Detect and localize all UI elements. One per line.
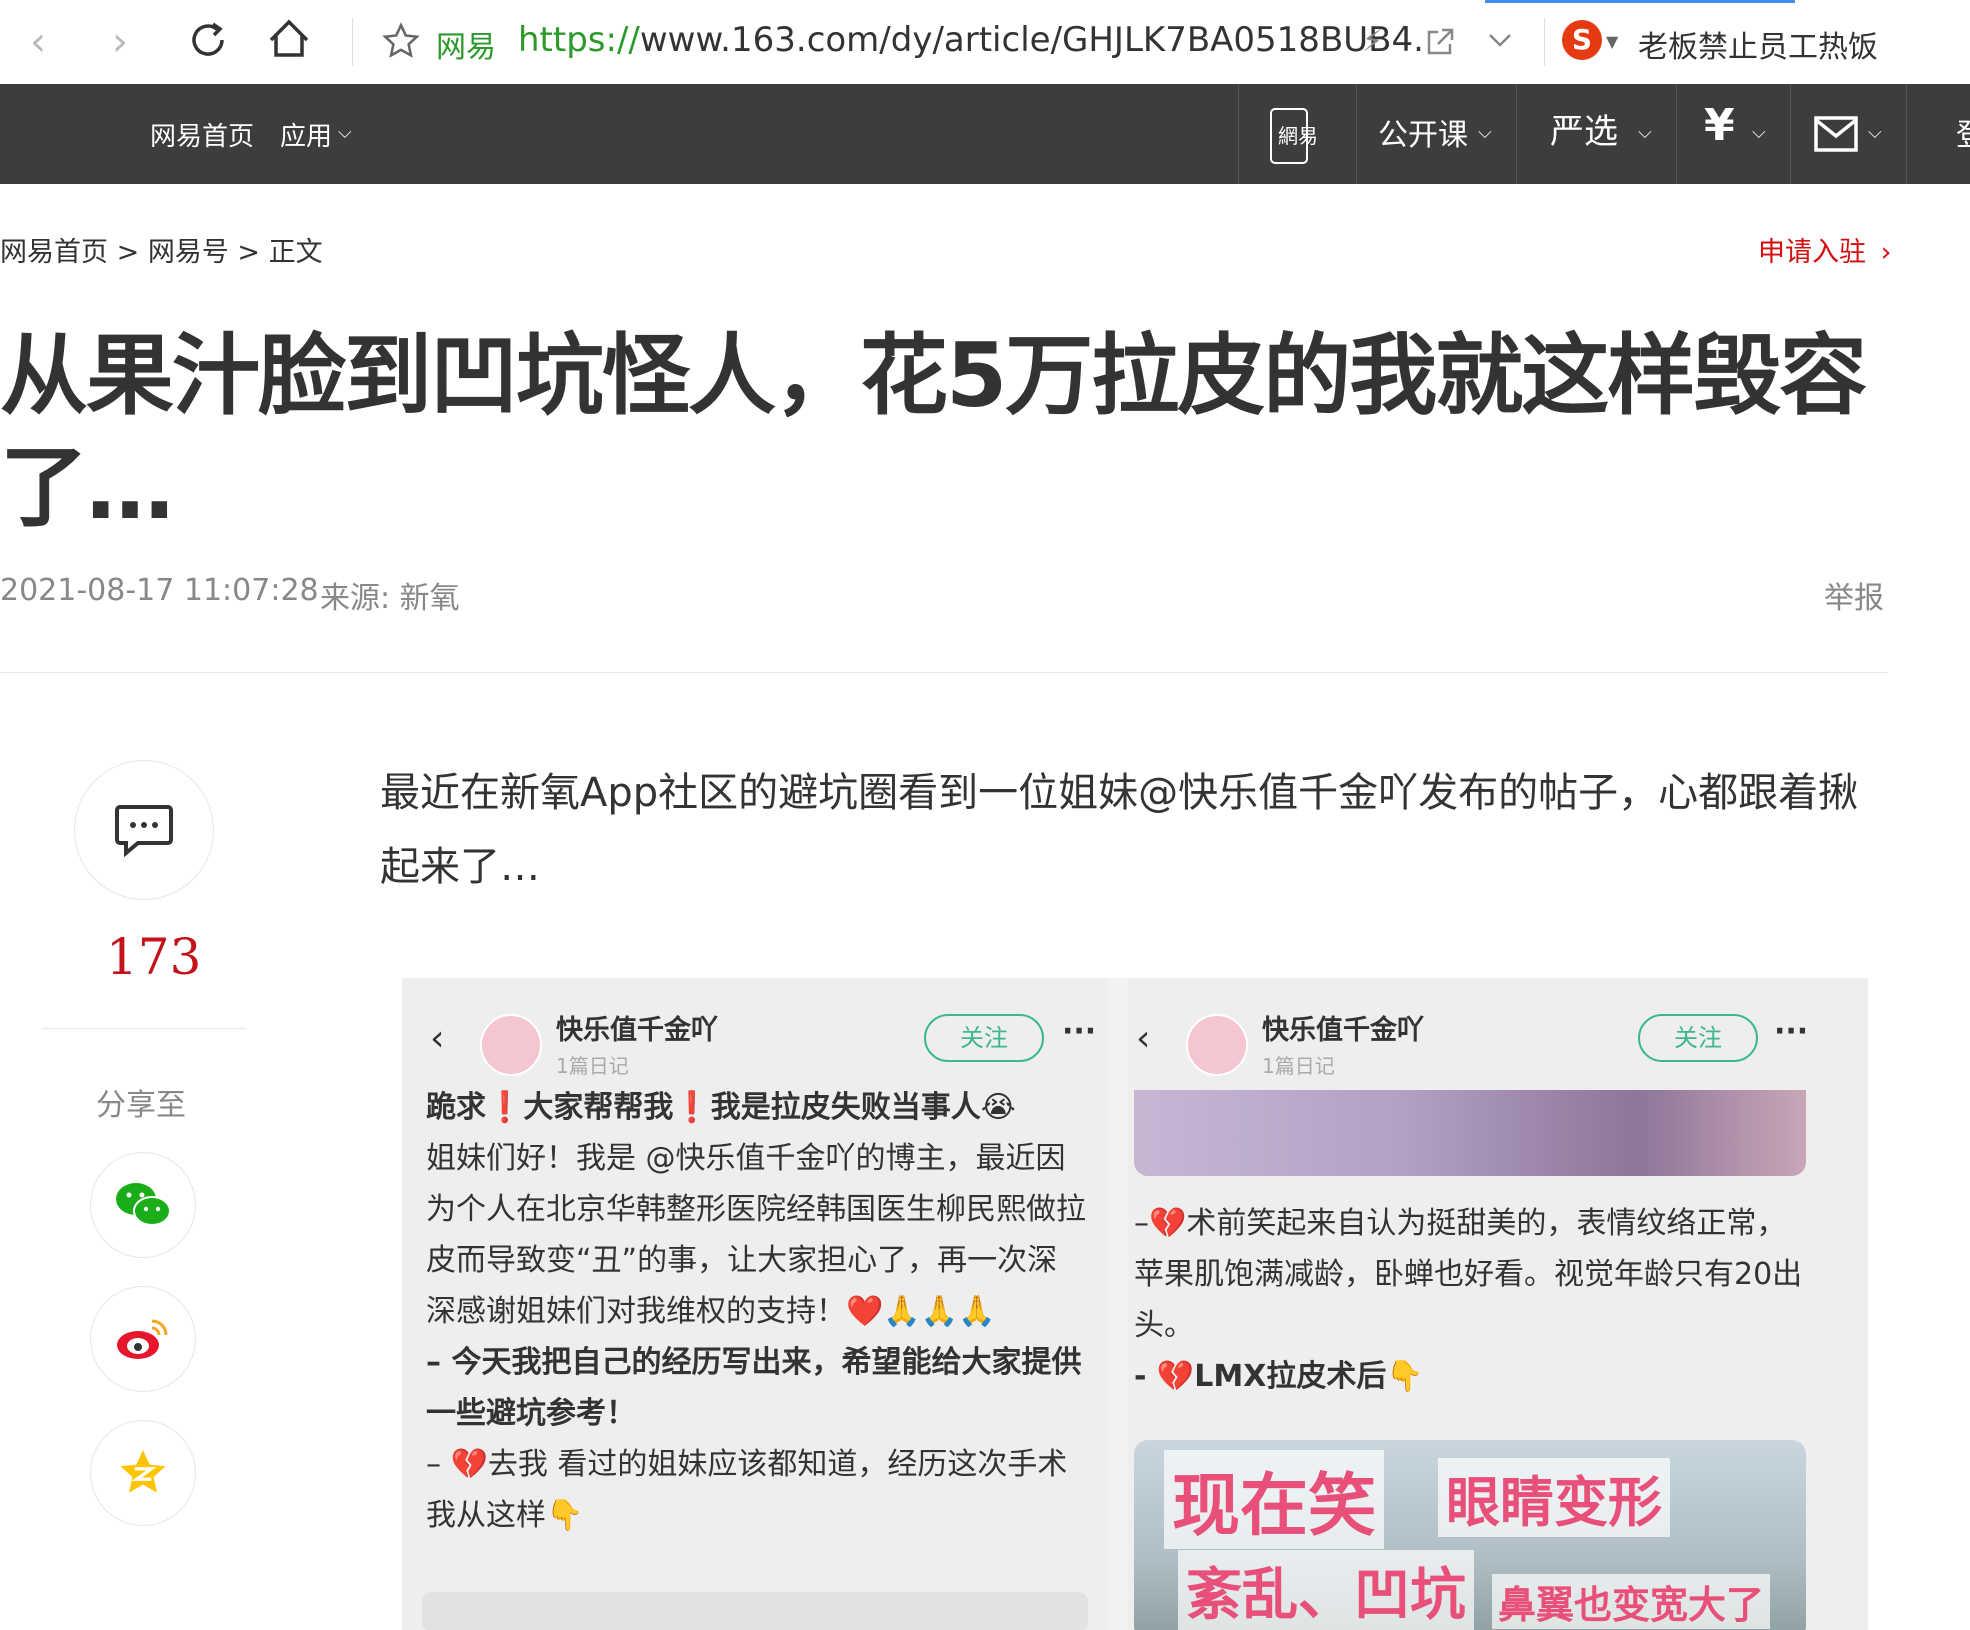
chevron-down-icon: ⌵ (1752, 122, 1766, 143)
chevron-down-icon: ⌵ (1478, 122, 1492, 143)
nav-open-course[interactable]: 公开课 (1378, 110, 1468, 154)
breadcrumb-separator: > (237, 237, 261, 268)
avatar (480, 1014, 542, 1076)
lightning-icon[interactable]: ⚡ (1362, 0, 1383, 84)
share-weibo-button[interactable] (90, 1286, 196, 1392)
overlay-caption: 眼睛变形 (1438, 1458, 1670, 1537)
chevron-down-icon: ⌵ (338, 122, 352, 143)
sogou-search-icon[interactable]: S (1562, 20, 1602, 60)
avatar (1186, 1014, 1248, 1076)
post-author: 快乐值千金吖 (556, 1015, 718, 1046)
post-screenshot-left: ‹ 快乐值千金吖 1篇日记 关注 ··· 跪求❗大家帮帮我❗我是拉皮失败当事人😭… (402, 978, 1108, 1630)
follow-button: 关注 (1638, 1014, 1758, 1062)
nav-netease-home[interactable]: 网易首页 (150, 116, 254, 153)
comment-count[interactable]: 173 (106, 928, 201, 986)
nav-separator (1906, 84, 1907, 184)
breadcrumb-current: 正文 (268, 237, 323, 268)
article-image: ‹ 快乐值千金吖 1篇日记 关注 ··· 跪求❗大家帮帮我❗我是拉皮失败当事人😭… (402, 978, 1868, 1630)
breadcrumb-separator: > (116, 237, 140, 268)
chevron-right-icon: › (1880, 237, 1892, 268)
address-site-name: 网易 (436, 30, 496, 65)
chevron-down-icon: ⌵ (1638, 122, 1652, 143)
share-wechat-button[interactable] (90, 1152, 196, 1258)
article-source[interactable]: 来源: 新氧 (320, 573, 460, 617)
weibo-icon (117, 1319, 168, 1359)
back-icon[interactable]: ‹ (30, 0, 46, 84)
breadcrumb-section[interactable]: 网易号 (148, 237, 229, 268)
post-line: 跪求❗大家帮帮我❗我是拉皮失败当事人😭 (426, 1090, 1016, 1125)
photo-strip (1134, 1090, 1806, 1176)
back-arrow-icon: ‹ (430, 1018, 445, 1059)
search-engine-dropdown-icon[interactable]: ▼ (1606, 32, 1618, 51)
url-scheme: https:// (518, 20, 640, 60)
chevron-down-icon: ⌵ (1868, 122, 1882, 143)
article-lead: 最近在新氧App社区的避坑圈看到一位姐妹@快乐值千金吖发布的帖子，心都跟着揪起来… (380, 770, 1859, 890)
photo-placeholder (422, 1592, 1088, 1630)
article-title: 从果汁脸到凹坑怪人，花5万拉皮的我就这样毁容了… (0, 324, 1867, 539)
rail-divider (42, 1028, 246, 1029)
site-navbar: 网易首页 应用 ⌵ 網易 公开课 ⌵ 严选 ⌵ ¥ ⌵ ⌵ 登 (0, 84, 1970, 184)
comment-button[interactable] (74, 760, 214, 900)
nav-login[interactable]: 登 (1956, 110, 1970, 154)
chevron-down-icon[interactable] (1488, 30, 1512, 54)
browser-toolbar: ‹ › 网易 https://www.163.com/dy/article/GH… (0, 0, 1970, 85)
mail-icon[interactable] (1814, 114, 1860, 158)
header-divider (0, 672, 1888, 673)
post-diary-count: 1篇日记 (1262, 1054, 1335, 1078)
apply-join-label: 申请入驻 (1758, 237, 1866, 268)
share-qzone-button[interactable] (90, 1420, 196, 1526)
overlay-caption: 鼻翼也变宽大了 (1492, 1574, 1771, 1629)
nav-yanxuan[interactable]: 严选 (1550, 104, 1618, 153)
post-author: 快乐值千金吖 (1262, 1015, 1424, 1046)
share-label: 分享至 (96, 1088, 186, 1123)
comment-bubble-icon (115, 805, 173, 857)
search-input[interactable]: 老板禁止员工热饭 (1638, 22, 1878, 66)
yuan-icon[interactable]: ¥ (1704, 100, 1735, 151)
overlay-caption: 紊乱、凹坑 (1178, 1550, 1474, 1630)
panel-gap (1108, 978, 1128, 1630)
toolbar-divider (1544, 18, 1545, 66)
mobile-app-badge: 網易 (1278, 124, 1318, 148)
nav-separator (1238, 84, 1239, 184)
post-line: 姐妹们好！我是 @快乐值千金吖的博主，最近因为个人在北京华韩整形医院经韩国医生柳… (426, 1141, 1086, 1329)
post-line: –💔术前笑起来自认为挺甜美的，表情纹络正常，苹果肌饱满减龄，卧蝉也好看。视觉年龄… (1134, 1206, 1803, 1343)
nav-separator (1790, 84, 1791, 184)
wechat-icon (116, 1183, 171, 1226)
nav-separator (1676, 84, 1677, 184)
share-page-icon[interactable] (1424, 26, 1456, 62)
breadcrumb: 网易首页 > 网易号 > 正文 (0, 230, 323, 269)
bookmark-star-icon[interactable] (382, 22, 420, 64)
article-datetime: 2021-08-17 11:07:28 (0, 573, 319, 608)
post-screenshot-right: ‹ 快乐值千金吖 1篇日记 关注 ··· –💔术前笑起来自认为挺甜美的，表情纹络… (1128, 978, 1868, 1630)
address-url[interactable]: https://www.163.com/dy/article/GHJLK7BA0… (518, 20, 1424, 60)
post-line: – 💔去我 看过的姐妹应该都知道，经历这次手术我从这样👇 (426, 1447, 1068, 1533)
breadcrumb-home[interactable]: 网易首页 (0, 237, 108, 268)
overlay-caption: 现在笑 (1164, 1450, 1385, 1549)
nav-separator (1356, 84, 1357, 184)
toolbar-divider (352, 18, 353, 66)
follow-button: 关注 (924, 1014, 1044, 1062)
qzone-star-icon (120, 1450, 166, 1493)
forward-icon[interactable]: › (112, 0, 128, 84)
post-line: - 💔LMX拉皮术后👇 (1134, 1359, 1424, 1394)
more-icon: ··· (1062, 1014, 1097, 1049)
page-load-progress (1485, 0, 1795, 3)
nav-separator (1516, 84, 1517, 184)
nav-apps[interactable]: 应用 (280, 116, 332, 153)
apply-join-link[interactable]: 申请入驻 › (1758, 230, 1891, 269)
reload-icon[interactable] (186, 18, 230, 66)
post-diary-count: 1篇日记 (556, 1054, 629, 1078)
report-link[interactable]: 举报 (1824, 573, 1884, 617)
back-arrow-icon: ‹ (1136, 1018, 1151, 1059)
photo-comparison: 现在笑 眼睛变形 紊乱、凹坑 鼻翼也变宽大了 (1134, 1440, 1806, 1630)
url-path: www.163.com/dy/article/GHJLK7BA0518BUB4. (639, 20, 1424, 60)
home-icon[interactable] (266, 16, 312, 66)
post-line: – 今天我把自己的经历写出来，希望能给大家提供一些避坑参考！ (426, 1345, 1082, 1431)
more-icon: ··· (1774, 1014, 1809, 1049)
